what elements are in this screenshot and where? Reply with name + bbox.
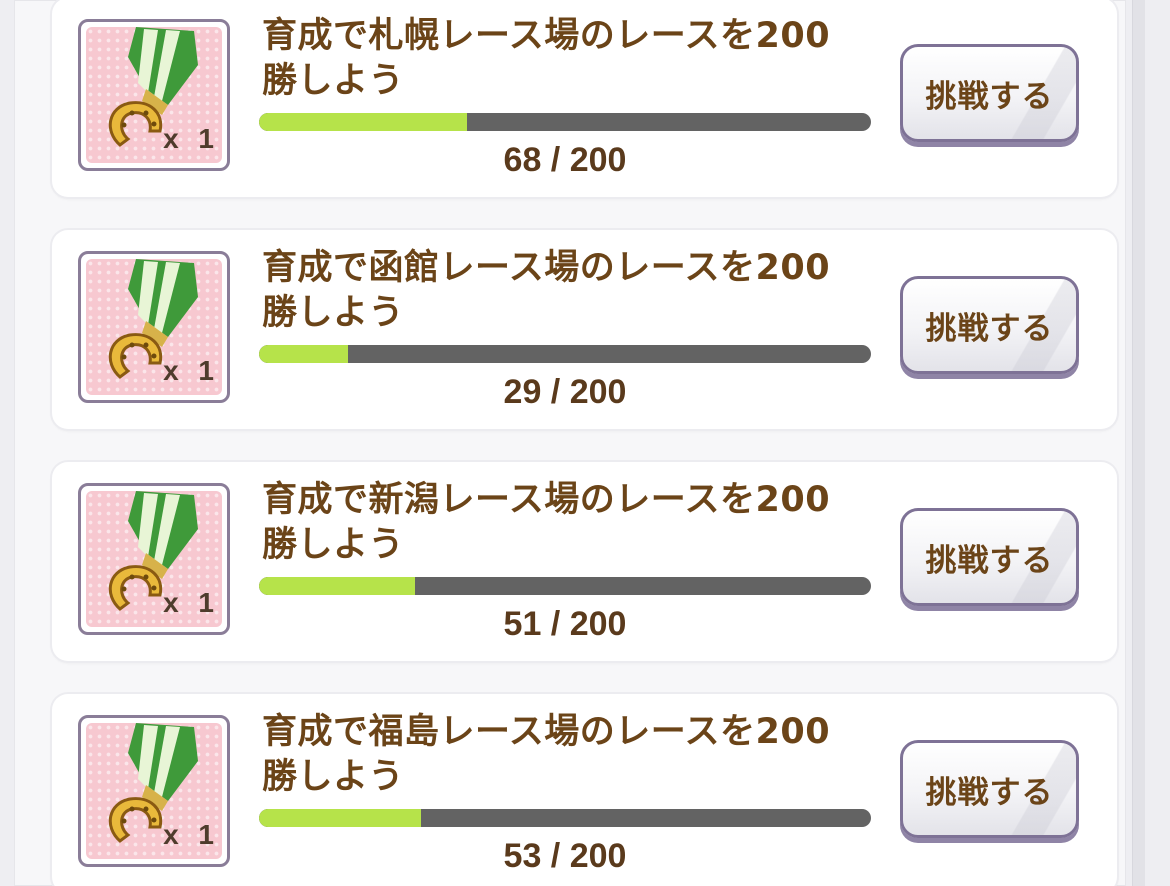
reward-item[interactable]: x 1 (78, 19, 230, 171)
reward-item[interactable]: x 1 (78, 483, 230, 635)
challenge-button-label: 挑戦する (925, 774, 1054, 811)
reward-quantity: x 1 (163, 819, 220, 850)
reward-item-background: x 1 (86, 723, 222, 859)
progress-bar (259, 345, 871, 363)
progress-bar (259, 809, 871, 827)
reward-quantity: x 1 (163, 587, 220, 618)
mission-card: x 1 育成で新潟レース場のレースを200勝しよう 51 / 200 挑戦する (52, 462, 1117, 661)
challenge-button[interactable]: 挑戦する (900, 740, 1079, 838)
mission-title: 育成で福島レース場のレースを200勝しよう (262, 712, 831, 797)
reward-item-background: x 1 (86, 27, 222, 163)
challenge-button-label: 挑戦する (925, 78, 1054, 115)
challenge-button[interactable]: 挑戦する (900, 276, 1079, 374)
mission-card: x 1 育成で福島レース場のレースを200勝しよう 53 / 200 挑戦する (52, 694, 1117, 886)
progress-bar (259, 113, 871, 131)
reward-item[interactable]: x 1 (78, 251, 230, 403)
challenge-button[interactable]: 挑戦する (900, 44, 1079, 142)
progress-bar-fill (259, 809, 422, 827)
challenge-button-label: 挑戦する (925, 542, 1054, 579)
reward-item-background: x 1 (86, 491, 222, 627)
reward-item[interactable]: x 1 (78, 715, 230, 867)
progress-count: 29 / 200 (503, 373, 627, 411)
progress-bar-fill (259, 577, 416, 595)
progress-bar-fill (259, 345, 348, 363)
mission-card: x 1 育成で札幌レース場のレースを200勝しよう 68 / 200 挑戦する (52, 0, 1117, 197)
challenge-button-label: 挑戦する (925, 310, 1054, 347)
mission-title: 育成で新潟レース場のレースを200勝しよう (262, 480, 831, 565)
scrollbar-track[interactable] (1132, 0, 1145, 886)
progress-count: 68 / 200 (503, 141, 627, 179)
progress-count: 53 / 200 (503, 837, 627, 875)
mission-card: x 1 育成で函館レース場のレースを200勝しよう 29 / 200 挑戦する (52, 230, 1117, 429)
progress-bar-fill (259, 113, 468, 131)
reward-item-background: x 1 (86, 259, 222, 395)
challenge-button[interactable]: 挑戦する (900, 508, 1079, 606)
progress-bar (259, 577, 871, 595)
reward-quantity: x 1 (163, 355, 220, 386)
mission-title: 育成で札幌レース場のレースを200勝しよう (262, 16, 831, 101)
progress-count: 51 / 200 (503, 605, 627, 643)
mission-title: 育成で函館レース場のレースを200勝しよう (262, 248, 831, 333)
reward-quantity: x 1 (163, 123, 220, 154)
mission-list-screen: x 1 育成で札幌レース場のレースを200勝しよう 68 / 200 挑戦する (0, 0, 1170, 886)
